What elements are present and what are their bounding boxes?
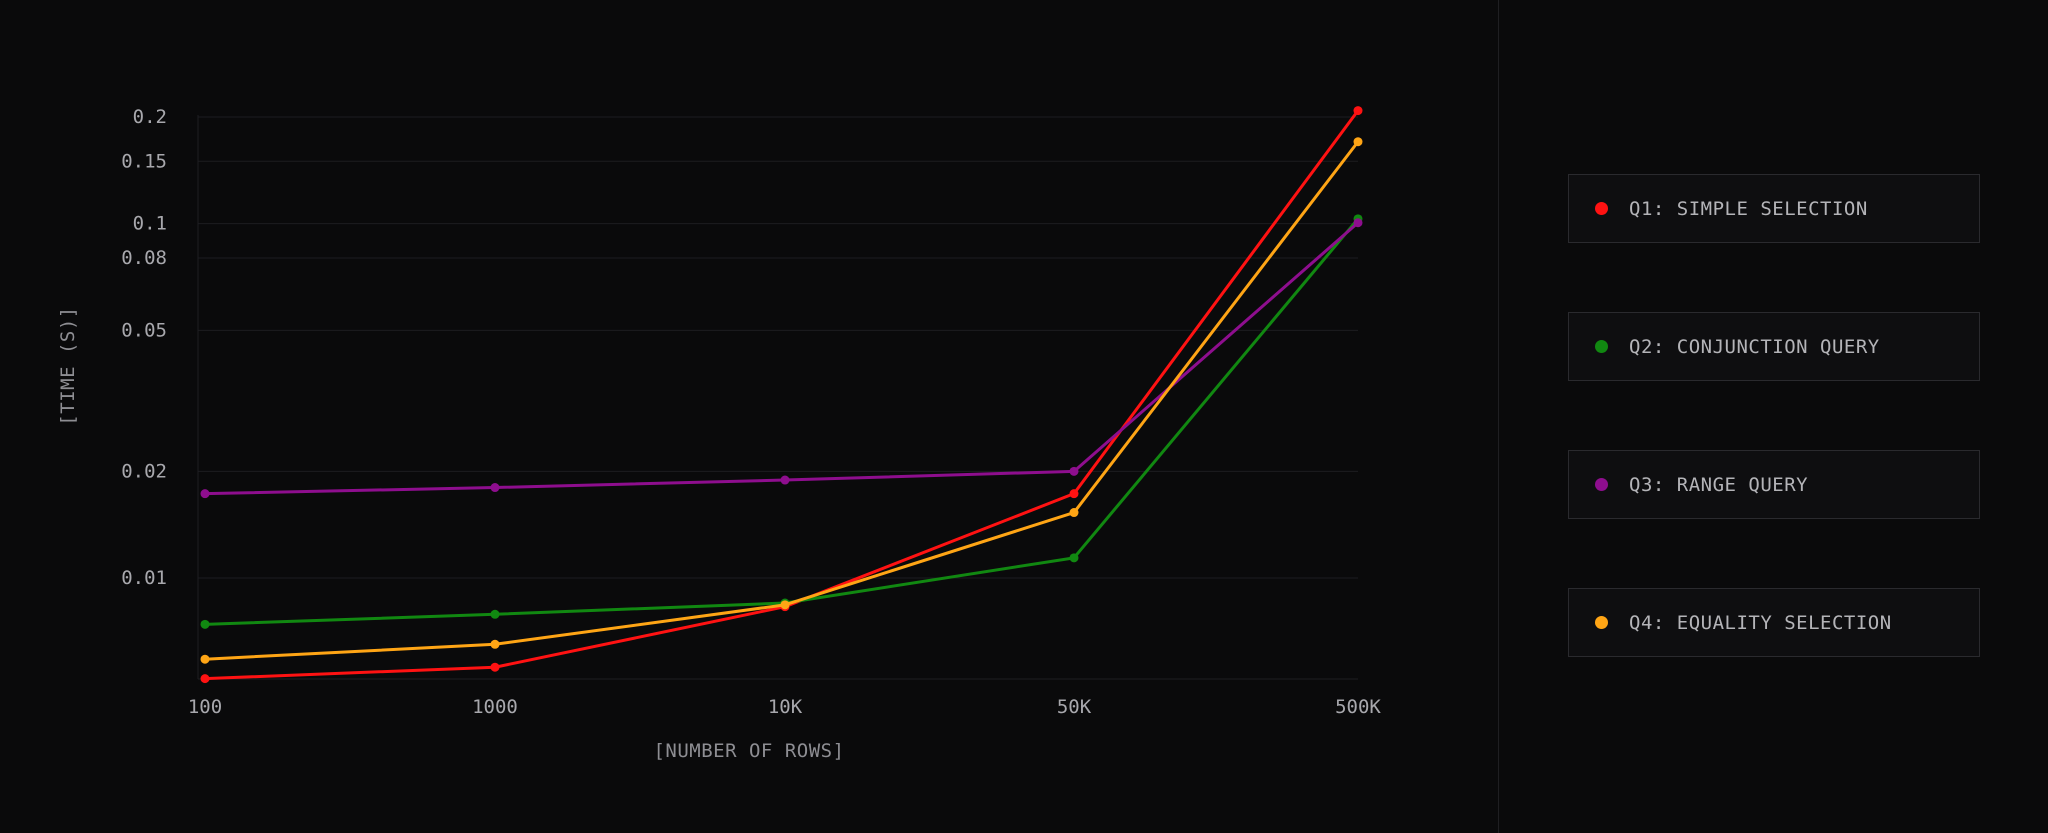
series-line xyxy=(203,221,1360,496)
legend-label: Q4: EQUALITY SELECTION xyxy=(1629,611,1892,634)
panel-divider xyxy=(1498,0,1499,833)
x-tick-labels: 100 1000 10K 50K 500K xyxy=(188,696,1382,718)
legend-label: Q1: SIMPLE SELECTION xyxy=(1629,197,1868,220)
series-group xyxy=(200,218,1363,499)
legend-item[interactable]: Q2: CONJUNCTION QUERY xyxy=(1568,312,1980,381)
data-point xyxy=(490,662,500,672)
data-point xyxy=(200,654,210,664)
legend-item[interactable]: Q4: EQUALITY SELECTION xyxy=(1568,588,1980,657)
series-group xyxy=(200,106,1363,684)
x-axis-title: [NUMBER OF ROWS] xyxy=(653,740,844,762)
x-tick-label: 100 xyxy=(188,696,222,718)
series-lines xyxy=(200,106,1363,684)
chart-area: 0.2 0.15 0.1 0.08 0.05 0.02 0.01 100 1000 10K 50K… xyxy=(0,0,1498,833)
y-tick-label: 0.2 xyxy=(133,106,167,128)
data-point xyxy=(490,483,500,493)
x-tick-label: 1000 xyxy=(472,696,518,718)
legend-item[interactable]: Q1: SIMPLE SELECTION xyxy=(1568,174,1980,243)
x-tick-label: 500K xyxy=(1335,696,1381,718)
series-group xyxy=(200,214,1363,629)
y-tick-label: 0.01 xyxy=(121,567,167,589)
data-point xyxy=(1069,466,1079,476)
legend: Q1: SIMPLE SELECTION Q2: CONJUNCTION QUER… xyxy=(1568,174,1980,726)
y-tick-labels: 0.2 0.15 0.1 0.08 0.05 0.02 0.01 xyxy=(121,106,167,589)
series-group xyxy=(200,137,1363,664)
data-point xyxy=(780,475,790,485)
data-point xyxy=(1353,137,1363,147)
legend-label: Q2: CONJUNCTION QUERY xyxy=(1629,335,1880,358)
data-point xyxy=(200,619,210,629)
y-tick-label: 0.02 xyxy=(121,460,167,482)
data-point xyxy=(490,639,500,649)
data-point xyxy=(1353,106,1363,116)
series-line xyxy=(203,140,1360,661)
data-point xyxy=(1069,508,1079,518)
line-chart: 0.2 0.15 0.1 0.08 0.05 0.02 0.01 100 1000 10K 50K… xyxy=(57,106,1382,762)
y-tick-label: 0.08 xyxy=(121,247,167,269)
y-tick-label: 0.1 xyxy=(133,213,167,235)
data-point xyxy=(200,674,210,684)
y-tick-label: 0.15 xyxy=(121,150,167,172)
legend-swatch-icon xyxy=(1595,340,1608,353)
series-line xyxy=(203,217,1360,626)
y-axis-title: [TIME (S)] xyxy=(57,306,79,425)
legend-swatch-icon xyxy=(1595,616,1608,629)
legend-item[interactable]: Q3: RANGE QUERY xyxy=(1568,450,1980,519)
data-point xyxy=(1069,489,1079,499)
data-point xyxy=(200,489,210,499)
y-tick-label: 0.05 xyxy=(121,319,167,341)
data-point xyxy=(1069,553,1079,563)
legend-label: Q3: RANGE QUERY xyxy=(1629,473,1809,496)
legend-swatch-icon xyxy=(1595,202,1608,215)
series-line xyxy=(203,109,1360,681)
x-tick-label: 10K xyxy=(768,696,803,718)
data-point xyxy=(1353,218,1363,228)
data-point xyxy=(490,609,500,619)
x-tick-label: 50K xyxy=(1057,696,1092,718)
data-point xyxy=(780,600,790,610)
legend-swatch-icon xyxy=(1595,478,1608,491)
